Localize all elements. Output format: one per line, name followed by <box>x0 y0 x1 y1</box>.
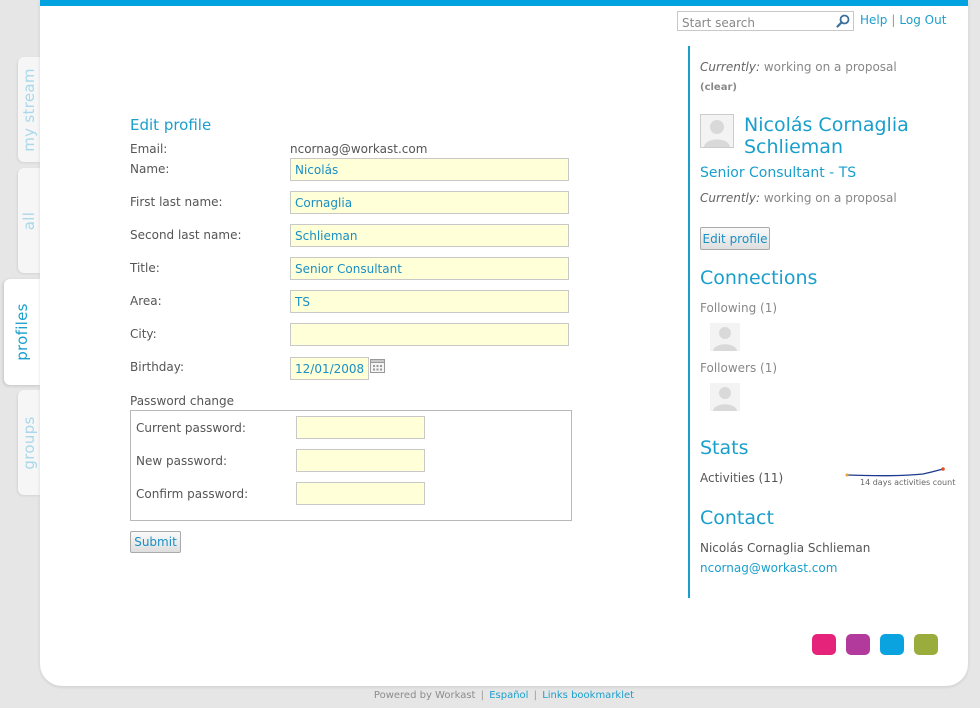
area-label: Area: <box>130 294 162 308</box>
connections-heading: Connections <box>700 267 818 289</box>
title-input[interactable] <box>290 257 569 280</box>
email-value: ncornag@workast.com <box>290 142 428 156</box>
tab-profiles[interactable]: profiles <box>4 279 40 385</box>
profile-name: Nicolás Cornaglia Schlieman <box>744 114 909 158</box>
contact-name: Nicolás Cornaglia Schlieman <box>700 541 871 555</box>
name-input[interactable] <box>290 158 569 181</box>
area-input[interactable] <box>290 290 569 313</box>
tab-all[interactable]: all <box>18 168 40 273</box>
following-label[interactable]: Following (1) <box>700 301 777 315</box>
column-divider <box>688 46 690 598</box>
theme-color-blue[interactable] <box>880 634 904 655</box>
tab-label: my stream <box>20 67 38 152</box>
email-label: Email: <box>130 142 168 156</box>
job-title: Senior Consultant - TS <box>700 165 857 181</box>
contact-email-link[interactable]: ncornag@workast.com <box>700 561 837 575</box>
password-change-label: Password change <box>130 394 235 408</box>
current-password-input[interactable] <box>296 416 425 439</box>
search-input[interactable] <box>678 14 836 32</box>
user-silhouette-icon <box>710 323 740 351</box>
title-label: Title: <box>130 261 160 275</box>
avatar <box>700 114 734 148</box>
powered-by-text: Powered by Workast <box>373 690 476 701</box>
current-password-label: Current password: <box>136 421 246 435</box>
tab-my-stream[interactable]: my stream <box>18 57 40 162</box>
separator: | <box>480 690 485 701</box>
tab-label: profiles <box>13 303 31 361</box>
new-password-input[interactable] <box>296 449 425 472</box>
footer: Powered by Workast | Español | Links boo… <box>0 690 980 701</box>
second-last-name-input[interactable] <box>290 224 569 247</box>
name-label: Name: <box>130 162 170 176</box>
search-icon[interactable] <box>835 13 851 29</box>
separator: | <box>891 13 896 27</box>
tab-label: all <box>20 211 38 230</box>
status-text: working on a proposal <box>763 60 897 74</box>
birthday-label: Birthday: <box>130 360 185 374</box>
main-page: Help |Log Out Edit profile Email: ncornag… <box>40 0 968 686</box>
contact-heading: Contact <box>700 507 774 529</box>
first-last-name-input[interactable] <box>290 191 569 214</box>
status-text: working on a proposal <box>763 191 897 205</box>
password-change-fieldset: Current password: New password: Confirm … <box>130 410 572 521</box>
confirm-password-input[interactable] <box>296 482 425 505</box>
stats-heading: Stats <box>700 437 749 459</box>
user-silhouette-icon <box>701 115 733 147</box>
first-last-name-label: First last name: <box>130 195 223 209</box>
edit-profile-button[interactable]: Edit profile <box>700 227 770 250</box>
status-line-secondary: Currently: working on a proposal <box>700 191 897 205</box>
followers-label[interactable]: Followers (1) <box>700 361 777 375</box>
theme-color-purple[interactable] <box>846 634 870 655</box>
theme-color-pink[interactable] <box>812 634 836 655</box>
search-box <box>677 11 854 32</box>
submit-button[interactable]: Submit <box>130 531 181 553</box>
language-link[interactable]: Español <box>489 690 528 701</box>
logout-link[interactable]: Log Out <box>899 13 946 27</box>
city-label: City: <box>130 327 157 341</box>
user-silhouette-icon <box>710 383 740 411</box>
top-links: Help | Log Out <box>860 13 946 27</box>
sparkline-caption: 14 days activities count <box>860 478 956 487</box>
birthday-input[interactable] <box>290 357 369 380</box>
city-input[interactable] <box>290 323 569 346</box>
follower-avatar[interactable] <box>710 383 740 411</box>
second-last-name-label: Second last name: <box>130 228 242 242</box>
calendar-icon[interactable] <box>370 358 385 373</box>
form-title: Edit profile <box>130 116 212 134</box>
following-avatar[interactable] <box>710 323 740 351</box>
activities-count: Activities (11) <box>700 471 784 485</box>
separator: | <box>533 690 538 701</box>
tab-groups[interactable]: groups <box>18 390 40 495</box>
top-accent-bar <box>40 0 968 6</box>
help-link[interactable]: Help <box>860 13 887 27</box>
confirm-password-label: Confirm password: <box>136 487 249 501</box>
new-password-label: New password: <box>136 454 228 468</box>
activities-sparkline <box>845 467 945 477</box>
tab-label: groups <box>20 415 38 470</box>
currently-label: Currently: <box>700 191 761 205</box>
currently-label: Currently: <box>700 60 761 74</box>
clear-status-link[interactable]: (clear) <box>700 82 737 93</box>
theme-color-green[interactable] <box>914 634 938 655</box>
status-line: Currently: working on a proposal <box>700 60 897 74</box>
bookmarklet-link[interactable]: Links bookmarklet <box>542 690 634 701</box>
